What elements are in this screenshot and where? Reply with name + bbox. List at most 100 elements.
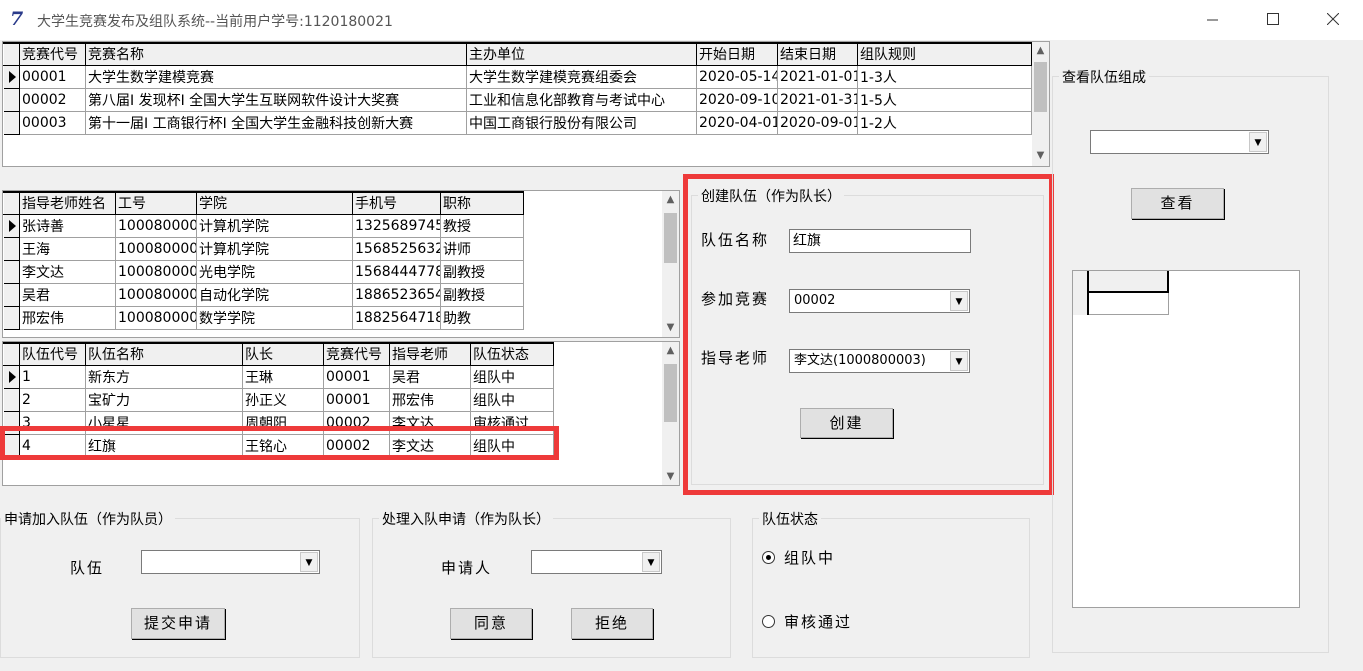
column-header[interactable]: 队长	[242, 342, 324, 366]
table-cell[interactable]: 副教授	[440, 260, 524, 284]
table-cell[interactable]: 数学学院	[196, 306, 353, 330]
row-selector[interactable]	[3, 365, 20, 389]
table-cell[interactable]: 00003	[19, 111, 86, 135]
table-cell[interactable]: 计算机学院	[196, 214, 353, 238]
table-cell[interactable]: 00001	[19, 65, 86, 89]
table-cell[interactable]: 教授	[440, 214, 524, 238]
table-cell[interactable]: 4	[19, 434, 86, 458]
table-row[interactable]: 3 小星星 周朝阳 00002 李文达 审核通过	[3, 411, 554, 435]
table-cell[interactable]: 孙正义	[242, 388, 324, 412]
status-radio-forming[interactable]	[762, 551, 775, 564]
table-cell[interactable]: 李文达	[389, 411, 471, 435]
column-header[interactable]: 学院	[196, 191, 353, 215]
table-cell[interactable]: 李文达	[389, 434, 471, 458]
table-cell[interactable]: 00001	[323, 365, 390, 389]
column-header[interactable]: 指导老师姓名	[19, 191, 116, 215]
status-radio-approved[interactable]	[762, 615, 775, 628]
row-selector[interactable]	[3, 65, 20, 89]
column-header[interactable]: 开始日期	[696, 42, 778, 66]
table-cell[interactable]: 18825647189	[352, 306, 441, 330]
table-cell[interactable]: 副教授	[440, 283, 524, 307]
chevron-down-icon[interactable]: ▼	[1249, 132, 1267, 152]
teachers-grid[interactable]: 指导老师姓名 工号 学院 手机号 职称 张诗善 1000800001 计算机学院…	[2, 190, 680, 338]
column-header[interactable]: 结束日期	[777, 42, 858, 66]
chevron-down-icon[interactable]: ▼	[300, 552, 318, 572]
column-header[interactable]: 队伍名称	[85, 342, 243, 366]
row-selector[interactable]	[3, 260, 20, 284]
table-cell[interactable]: 1-3人	[857, 65, 1032, 89]
competitions-vertical-scrollbar[interactable]: ▲ ▼	[1032, 42, 1049, 166]
close-button[interactable]	[1313, 4, 1353, 36]
table-cell[interactable]: 1000800002	[115, 237, 197, 261]
table-row[interactable]: 4 红旗 王铭心 00002 李文达 组队中	[3, 434, 554, 458]
chevron-down-icon[interactable]: ▼	[950, 351, 968, 371]
teacher-select[interactable]: 李文达(1000800003) ▼	[789, 349, 970, 373]
table-cell[interactable]: 1	[19, 365, 86, 389]
table-cell[interactable]: 助教	[440, 306, 524, 330]
table-cell[interactable]: 2020-04-01	[696, 111, 778, 135]
column-header[interactable]: 组队规则	[857, 42, 1032, 66]
table-cell[interactable]: 邢宏伟	[19, 306, 116, 330]
table-row[interactable]: 李文达 1000800003 光电学院 15684447785 副教授	[3, 260, 524, 284]
table-cell[interactable]: 1000800004	[115, 283, 197, 307]
table-row[interactable]: 王海 1000800002 计算机学院 15685256322 讲师	[3, 237, 524, 261]
column-header[interactable]: 手机号	[352, 191, 441, 215]
scroll-down-icon[interactable]: ▼	[1032, 147, 1049, 164]
table-cell[interactable]: 自动化学院	[196, 283, 353, 307]
table-cell[interactable]: 邢宏伟	[389, 388, 471, 412]
table-row[interactable]: 吴君 1000800004 自动化学院 18865236544 副教授	[3, 283, 524, 307]
teams-grid[interactable]: 队伍代号 队伍名称 队长 竞赛代号 指导老师 队伍状态 1 新东方 王琳 000…	[2, 341, 680, 486]
competitions-grid[interactable]: 竞赛代号 竞赛名称 主办单位 开始日期 结束日期 组队规则 00001 大学生数…	[2, 41, 1050, 167]
submit-request-button[interactable]: 提交申请	[131, 608, 225, 639]
teams-vertical-scrollbar[interactable]: ▲ ▼	[662, 342, 679, 485]
column-header[interactable]: 工号	[115, 191, 197, 215]
table-row[interactable]: 1 新东方 王琳 00001 吴君 组队中	[3, 365, 554, 389]
row-selector[interactable]	[3, 88, 20, 112]
table-cell[interactable]: 新东方	[85, 365, 243, 389]
scroll-thumb[interactable]	[1034, 62, 1047, 112]
column-header[interactable]: 队伍状态	[470, 342, 554, 366]
table-cell[interactable]: 18865236544	[352, 283, 441, 307]
competition-select[interactable]: 00002 ▼	[789, 289, 970, 313]
table-cell[interactable]: 大学生数学建模竞赛组委会	[466, 65, 697, 89]
column-header[interactable]: 主办单位	[466, 42, 697, 66]
table-cell[interactable]: 00002	[19, 88, 86, 112]
table-cell[interactable]: 2020-09-01	[777, 111, 858, 135]
column-header[interactable]: 竞赛名称	[85, 42, 467, 66]
scroll-up-icon[interactable]: ▲	[662, 342, 679, 359]
column-header[interactable]: 队伍代号	[19, 342, 86, 366]
scroll-down-icon[interactable]: ▼	[662, 319, 679, 336]
table-cell[interactable]: 光电学院	[196, 260, 353, 284]
table-cell[interactable]: 王琳	[242, 365, 324, 389]
table-cell[interactable]: 计算机学院	[196, 237, 353, 261]
table-cell[interactable]: 1000800003	[115, 260, 197, 284]
column-header[interactable]: 竞赛代号	[323, 342, 390, 366]
table-cell[interactable]: 工业和信息化部教育与考试中心	[466, 88, 697, 112]
table-row[interactable]: 邢宏伟 1000800005 数学学院 18825647189 助教	[3, 306, 524, 330]
table-row[interactable]: 张诗善 1000800001 计算机学院 13256897454 教授	[3, 214, 524, 238]
table-cell[interactable]: 2021-01-31	[777, 88, 858, 112]
scroll-thumb[interactable]	[664, 213, 677, 263]
table-cell[interactable]: 审核通过	[470, 411, 554, 435]
teachers-vertical-scrollbar[interactable]: ▲ ▼	[662, 191, 679, 337]
competitions-horizontal-scrollbar[interactable]: ◀	[3, 166, 1033, 167]
table-cell[interactable]: 00002	[323, 411, 390, 435]
column-header[interactable]: 竞赛代号	[19, 42, 86, 66]
table-cell[interactable]: 王海	[19, 237, 116, 261]
table-cell[interactable]: 宝矿力	[85, 388, 243, 412]
row-selector[interactable]	[3, 111, 20, 135]
table-cell[interactable]: 组队中	[470, 434, 554, 458]
table-cell[interactable]: 张诗善	[19, 214, 116, 238]
minimize-button[interactable]	[1193, 4, 1233, 36]
table-cell[interactable]: 1000800001	[115, 214, 197, 238]
table-cell[interactable]: 2	[19, 388, 86, 412]
row-selector[interactable]	[3, 306, 20, 330]
table-row[interactable]: 00002 第八届I 发现杯I 全国大学生互联网软件设计大奖赛 工业和信息化部教…	[3, 88, 1032, 112]
row-selector[interactable]	[3, 237, 20, 261]
table-cell[interactable]: 3	[19, 411, 86, 435]
table-cell[interactable]: 讲师	[440, 237, 524, 261]
table-cell[interactable]: 2020-09-10	[696, 88, 778, 112]
view-button[interactable]: 查看	[1131, 188, 1224, 219]
team-name-input[interactable]: 红旗	[789, 229, 971, 253]
table-cell[interactable]: 吴君	[19, 283, 116, 307]
